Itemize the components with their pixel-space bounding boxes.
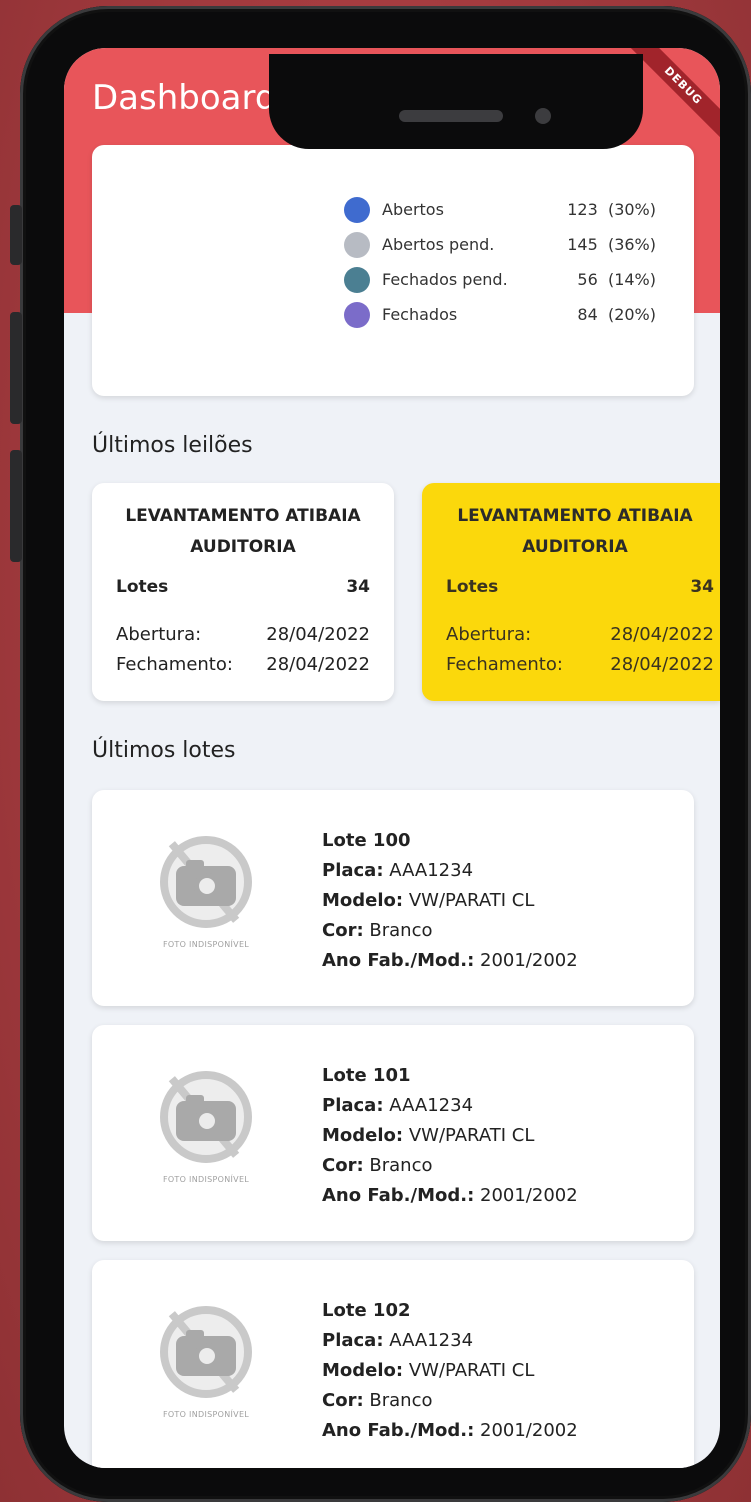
lot-details: Lote 101 Placa: AAA1234 Modelo: VW/PARAT… <box>322 1061 578 1211</box>
plate-value: AAA1234 <box>389 860 474 881</box>
photo-caption: FOTO INDISPONÍVEL <box>162 1175 250 1184</box>
auction-lots-label: Lotes <box>116 577 169 597</box>
auction-card-highlighted[interactable]: LEVANTAMENTO ATIBAIA AUDITORIA Lotes 34 … <box>422 483 720 701</box>
model-label: Modelo: <box>322 1125 404 1146</box>
plate-label: Placa: <box>322 1330 384 1351</box>
legend-value: 84 (20%) <box>577 305 656 324</box>
phone-button <box>10 312 22 424</box>
auction-card[interactable]: LEVANTAMENTO ATIBAIA AUDITORIA Lotes 34 … <box>92 483 394 701</box>
lot-name: Lote 100 <box>322 830 411 851</box>
year-label: Ano Fab./Mod.: <box>322 1185 475 1206</box>
legend-label: Abertos pend. <box>382 235 495 254</box>
legend-item-abertos-pend: Abertos pend. 145 (36%) <box>344 226 656 261</box>
auction-close-date: 28/04/2022 <box>610 654 714 675</box>
auction-title: LEVANTAMENTO ATIBAIA AUDITORIA <box>125 506 361 557</box>
auction-close-date: 28/04/2022 <box>266 654 370 675</box>
auction-open-label: Abertura: <box>446 624 532 645</box>
model-label: Modelo: <box>322 890 404 911</box>
phone-button <box>10 205 22 265</box>
auction-lots-label: Lotes <box>446 577 499 597</box>
model-value: VW/PARATI CL <box>408 1360 535 1381</box>
auction-close-label: Fechamento: <box>116 654 233 675</box>
lot-details: Lote 100 Placa: AAA1234 Modelo: VW/PARAT… <box>322 826 578 976</box>
plate-value: AAA1234 <box>389 1095 474 1116</box>
legend-label: Abertos <box>382 200 444 219</box>
year-value: 2001/2002 <box>480 1420 578 1441</box>
color-value: Branco <box>369 920 433 941</box>
color-value: Branco <box>369 1155 433 1176</box>
auction-close-label: Fechamento: <box>446 654 563 675</box>
legend-label: Fechados <box>382 305 458 324</box>
auction-lots-value: 34 <box>690 577 714 597</box>
speaker-icon <box>399 110 503 122</box>
year-value: 2001/2002 <box>480 1185 578 1206</box>
legend-item-fechados-pend: Fechados pend. 56 (14%) <box>344 261 656 296</box>
lot-card[interactable]: FOTO INDISPONÍVEL Lote 100 Placa: AAA123… <box>92 790 694 1006</box>
auction-lots-value: 34 <box>346 577 370 597</box>
section-title-auctions: Últimos leilões <box>92 433 253 458</box>
year-label: Ano Fab./Mod.: <box>322 950 475 971</box>
color-label: Cor: <box>322 1155 364 1176</box>
legend-dot <box>344 267 370 293</box>
color-value: Branco <box>369 1390 433 1411</box>
legend-label: Fechados pend. <box>382 270 508 289</box>
auction-title: LEVANTAMENTO ATIBAIA AUDITORIA <box>457 506 693 557</box>
color-label: Cor: <box>322 920 364 941</box>
legend-item-fechados: Fechados 84 (20%) <box>344 296 656 331</box>
model-label: Modelo: <box>322 1360 404 1381</box>
photo-unavailable-icon: FOTO INDISPONÍVEL <box>152 1071 272 1191</box>
legend-dot <box>344 302 370 328</box>
photo-unavailable-icon: FOTO INDISPONÍVEL <box>152 1306 272 1426</box>
model-value: VW/PARATI CL <box>408 1125 535 1146</box>
lot-card[interactable]: FOTO INDISPONÍVEL Lote 102 Placa: AAA123… <box>92 1260 694 1468</box>
lot-name: Lote 102 <box>322 1300 411 1321</box>
year-label: Ano Fab./Mod.: <box>322 1420 475 1441</box>
photo-unavailable-icon: FOTO INDISPONÍVEL <box>152 836 272 956</box>
section-title-lots: Últimos lotes <box>92 738 236 763</box>
phone-notch <box>269 54 643 149</box>
legend-value: 123 (30%) <box>567 200 656 219</box>
plate-label: Placa: <box>322 1095 384 1116</box>
photo-caption: FOTO INDISPONÍVEL <box>162 940 250 949</box>
photo-caption: FOTO INDISPONÍVEL <box>162 1410 250 1419</box>
legend-item-abertos: Abertos 123 (30%) <box>344 191 656 226</box>
auction-open-label: Abertura: <box>116 624 202 645</box>
plate-label: Placa: <box>322 860 384 881</box>
model-value: VW/PARATI CL <box>408 890 535 911</box>
chart-card: Abertos 123 (30%) Abertos pend. 145 (36%… <box>92 145 694 396</box>
legend-value: 145 (36%) <box>567 235 656 254</box>
page-title: Dashboard <box>92 78 277 118</box>
lot-details: Lote 102 Placa: AAA1234 Modelo: VW/PARAT… <box>322 1296 578 1446</box>
year-value: 2001/2002 <box>480 950 578 971</box>
color-label: Cor: <box>322 1390 364 1411</box>
phone-button <box>10 450 22 562</box>
lot-name: Lote 101 <box>322 1065 411 1086</box>
auction-open-date: 28/04/2022 <box>266 624 370 645</box>
auction-open-date: 28/04/2022 <box>610 624 714 645</box>
legend-value: 56 (14%) <box>577 270 656 289</box>
front-camera-icon <box>535 108 551 124</box>
chart-legend: Abertos 123 (30%) Abertos pend. 145 (36%… <box>344 191 656 331</box>
legend-dot <box>344 232 370 258</box>
lot-card[interactable]: FOTO INDISPONÍVEL Lote 101 Placa: AAA123… <box>92 1025 694 1241</box>
app-screen: Dashboard DEBUG Abertos 123 (30%) Aberto… <box>64 48 720 1468</box>
plate-value: AAA1234 <box>389 1330 474 1351</box>
legend-dot <box>344 197 370 223</box>
